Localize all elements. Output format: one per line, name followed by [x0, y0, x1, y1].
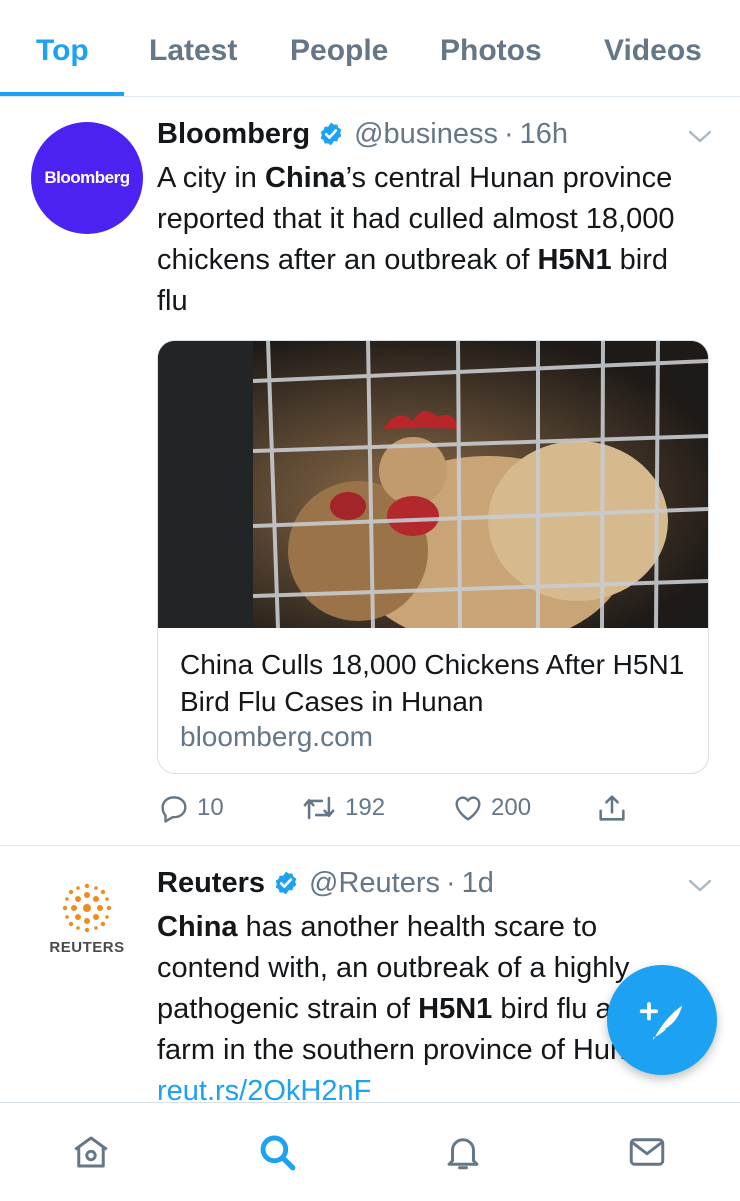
- tab-latest[interactable]: Latest: [149, 34, 237, 68]
- avatar[interactable]: Bloomberg: [31, 122, 143, 234]
- tweet-link[interactable]: reut.rs/2OkH2nF: [157, 1075, 371, 1102]
- avatar-logo-text: Bloomberg: [44, 168, 130, 187]
- bottom-navigation: [0, 1102, 740, 1201]
- messages-icon[interactable]: [626, 1131, 668, 1173]
- like-count: 200: [491, 794, 532, 821]
- reply-button[interactable]: 10: [157, 790, 224, 826]
- tab-videos[interactable]: Videos: [604, 34, 702, 68]
- share-button[interactable]: [595, 790, 635, 826]
- author-handle[interactable]: @Reuters: [309, 867, 440, 900]
- tweet-header: Bloomberg @business · 16h: [157, 114, 568, 154]
- reply-icon: [161, 796, 187, 823]
- compose-tweet-button[interactable]: [607, 965, 717, 1075]
- retweet-count: 192: [345, 794, 386, 821]
- separator-dot: ·: [445, 866, 456, 899]
- tweet-bloomberg[interactable]: Bloomberg Bloomberg @business · 16h A ci…: [0, 97, 740, 845]
- text-segment-bold: H5N1: [537, 244, 612, 276]
- tweet-time[interactable]: 1d: [462, 867, 494, 900]
- chevron-down-icon[interactable]: [686, 127, 714, 147]
- chicken-cage-photo: [158, 341, 708, 628]
- chevron-down-icon[interactable]: [686, 876, 714, 896]
- tweet-header: Reuters @Reuters · 1d: [157, 863, 494, 903]
- verified-badge-icon: [320, 122, 342, 146]
- author-handle[interactable]: @business: [354, 118, 498, 151]
- search-icon[interactable]: [256, 1131, 298, 1173]
- tweet-actions: 10 192 200: [157, 790, 657, 826]
- card-domain: bloomberg.com: [180, 721, 373, 752]
- link-card[interactable]: China Culls 18,000 Chickens After H5N1 B…: [157, 340, 709, 774]
- text-segment: A city in: [157, 162, 265, 194]
- avatar[interactable]: REUTERS: [31, 868, 143, 980]
- search-tabs: Top Latest People Photos Videos: [0, 0, 740, 97]
- retweet-button[interactable]: 192: [299, 790, 385, 826]
- heart-icon: [455, 796, 481, 821]
- card-title: China Culls 18,000 Chickens After H5N1 B…: [180, 649, 685, 717]
- avatar-logo-text: REUTERS: [49, 939, 125, 956]
- author-name[interactable]: Reuters: [157, 867, 265, 900]
- text-segment-bold: H5N1: [418, 993, 493, 1025]
- compose-tweet-icon: [639, 1002, 683, 1041]
- notifications-icon[interactable]: [442, 1131, 484, 1173]
- text-segment-bold: China: [265, 162, 346, 194]
- tweet-text: A city in China’s central Hunan province…: [157, 158, 697, 322]
- reply-count: 10: [197, 794, 224, 821]
- tab-top[interactable]: Top: [36, 34, 89, 68]
- retweet-icon: [303, 796, 335, 820]
- like-button[interactable]: 200: [451, 790, 531, 826]
- share-icon: [599, 795, 625, 821]
- reuters-logo-icon: [62, 883, 112, 933]
- home-icon[interactable]: [70, 1131, 112, 1173]
- tab-people[interactable]: People: [290, 34, 388, 68]
- verified-badge-icon: [275, 871, 297, 895]
- tab-photos[interactable]: Photos: [440, 34, 542, 68]
- text-segment-bold: China: [157, 911, 238, 943]
- separator-dot: ·: [503, 117, 514, 150]
- tweet-time[interactable]: 16h: [520, 118, 568, 151]
- author-name[interactable]: Bloomberg: [157, 118, 310, 151]
- active-tab-indicator: [0, 92, 124, 96]
